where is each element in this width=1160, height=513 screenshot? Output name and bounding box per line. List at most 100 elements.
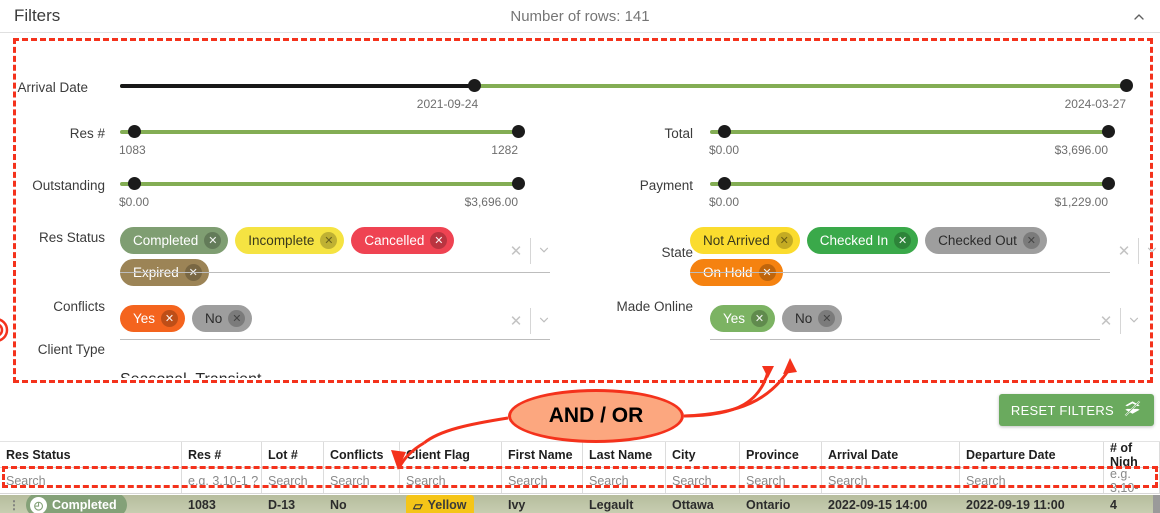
conflicts-field[interactable]: Yes ✕ No ✕ [120, 295, 550, 340]
chip-remove-icon[interactable]: ✕ [751, 310, 769, 327]
column-header-first-name[interactable]: First Name [502, 442, 583, 467]
chevron-down-icon[interactable] [1124, 313, 1144, 330]
chip-remove-icon[interactable]: ✕ [320, 232, 338, 249]
cell-first-name: Ivy [508, 498, 526, 512]
clear-x-icon[interactable]: ✕ [505, 242, 527, 260]
divider [1120, 308, 1121, 334]
chip-cancelled[interactable]: Cancelled ✕ [351, 227, 455, 254]
chip-not-arrived[interactable]: Not Arrived ✕ [690, 227, 800, 254]
clock-icon: ◴ [30, 496, 47, 513]
res-status-field[interactable]: Completed ✕ Incomplete ✕ Cancelled ✕ Exp… [120, 203, 550, 286]
filters-header: Filters Number of rows: 141 [0, 0, 1160, 33]
cell-arrival-date: 2022-09-15 14:00 [828, 498, 928, 512]
chip-label: Yes [723, 311, 746, 326]
chip-remove-icon[interactable]: ✕ [894, 232, 912, 249]
reservations-table: Res Status Res # Lot # Conflicts Client Flag… [0, 442, 1160, 513]
column-search-input-last-name[interactable]: Search [583, 468, 666, 493]
clear-x-icon[interactable]: ✕ [505, 312, 527, 330]
column-search-input-city[interactable]: Search [666, 468, 740, 493]
res-status-field-actions: ✕ [505, 238, 554, 264]
column-header-departure-date[interactable]: Departure Date [960, 442, 1104, 467]
client-flag-label: Yellow [427, 498, 467, 512]
chip-remove-icon[interactable]: ✕ [228, 310, 246, 327]
column-header-last-name[interactable]: Last Name [583, 442, 666, 467]
slider-knob-high[interactable] [1120, 79, 1133, 92]
chip-checked-in[interactable]: Checked In ✕ [806, 227, 919, 254]
chevron-down-icon[interactable] [1142, 243, 1160, 260]
made-online-field[interactable]: Yes ✕ No ✕ [710, 295, 1100, 340]
chevron-up-icon[interactable] [1128, 6, 1150, 28]
column-search-input-client-flag[interactable]: Search [400, 468, 502, 493]
column-header-arrival-date[interactable]: Arrival Date [822, 442, 960, 467]
chip-completed[interactable]: Completed ✕ [120, 227, 229, 254]
vertical-scrollbar[interactable] [1153, 495, 1160, 513]
clear-x-icon[interactable]: ✕ [1095, 312, 1117, 330]
chip-remove-icon[interactable]: ✕ [430, 232, 448, 249]
reset-filters-button[interactable]: RESET FILTERS [998, 394, 1154, 426]
cell-city: Ottawa [672, 498, 714, 512]
outstanding-slider[interactable]: $0.00 $3,696.00 [119, 175, 525, 209]
chip-remove-icon[interactable]: ✕ [1022, 232, 1040, 249]
table-row[interactable]: ⋮ ◴ Completed 1083 D-13 No ▱ Yellow Ivy … [0, 495, 1160, 513]
client-type-label: Client Type [37, 342, 105, 357]
column-search-input-res[interactable]: e.g. 3,10-1 ? [182, 468, 262, 493]
column-header-lot[interactable]: Lot # [262, 442, 324, 467]
chevron-down-icon[interactable] [534, 243, 554, 260]
chip-made-online-no[interactable]: No ✕ [782, 305, 843, 332]
chip-remove-icon[interactable]: ✕ [818, 310, 836, 327]
clear-x-icon[interactable]: ✕ [1113, 242, 1135, 260]
chip-label: Checked Out [938, 233, 1017, 248]
column-search-input-of-nigh[interactable]: e.g. 3,10- [1104, 468, 1160, 493]
chip-incomplete[interactable]: Incomplete ✕ [235, 227, 345, 254]
slider-knob-low[interactable] [717, 125, 731, 138]
column-search-input-conflicts[interactable]: Search [324, 468, 400, 493]
column-search-input-first-name[interactable]: Search [502, 468, 583, 493]
arrival-date-high-value: 2024-03-27 [1064, 97, 1126, 111]
column-search-input-departure-date[interactable]: Search [960, 468, 1104, 493]
total-slider[interactable]: $0.00 $3,696.00 [709, 123, 1115, 157]
cell-nights: 4 [1110, 498, 1117, 512]
slider-knob-high[interactable] [512, 177, 525, 190]
column-header-res[interactable]: Res # [182, 442, 262, 467]
chip-checked-out[interactable]: Checked Out ✕ [925, 227, 1047, 254]
status-label: Completed [52, 498, 117, 512]
column-header-conflicts[interactable]: Conflicts [324, 442, 400, 467]
chip-remove-icon[interactable]: ✕ [775, 232, 793, 249]
column-search-input-res-status[interactable]: Search [0, 468, 182, 493]
payment-slider[interactable]: $0.00 $1,229.00 [709, 175, 1115, 209]
cell-res-number: 1083 [188, 498, 216, 512]
arrival-date-slider[interactable]: 2021-09-24 2024-03-27 [120, 77, 1133, 111]
res-number-slider[interactable]: 1083 1282 [119, 123, 525, 157]
chip-conflicts-yes[interactable]: Yes ✕ [120, 305, 186, 332]
slider-knob-low[interactable] [127, 125, 141, 138]
chip-label: Yes [133, 311, 156, 326]
column-header-of-nigh[interactable]: # of Nigh [1104, 442, 1160, 467]
chevron-down-icon[interactable] [534, 313, 554, 330]
chip-conflicts-no[interactable]: No ✕ [192, 305, 253, 332]
cell-res-status: ⋮ ◴ Completed [0, 495, 182, 513]
slider-track-active [120, 130, 518, 134]
column-header-client-flag[interactable]: Client Flag [400, 442, 502, 467]
column-search-input-lot[interactable]: Search [262, 468, 324, 493]
table-search-row: Search e.g. 3,10-1 ? Search Search Search Sea… [0, 468, 1160, 494]
slider-knob-high[interactable] [512, 125, 525, 138]
slider-knob-low[interactable] [468, 79, 482, 92]
chip-label: Completed [133, 233, 199, 248]
chip-remove-icon[interactable]: ✕ [204, 232, 222, 249]
column-header-res-status[interactable]: Res Status [0, 442, 182, 467]
state-label: State [661, 245, 693, 260]
chip-made-online-yes[interactable]: Yes ✕ [710, 305, 776, 332]
column-header-province[interactable]: Province [740, 442, 822, 467]
slider-knob-high[interactable] [1102, 125, 1115, 138]
slider-knob-low[interactable] [127, 177, 141, 190]
slider-knob-low[interactable] [717, 177, 731, 190]
total-high-value: $3,696.00 [1054, 143, 1108, 157]
column-search-input-arrival-date[interactable]: Search [822, 468, 960, 493]
column-header-city[interactable]: City [666, 442, 740, 467]
outstanding-label: Outstanding [32, 178, 105, 193]
res-number-low-value: 1083 [119, 143, 146, 157]
chip-remove-icon[interactable]: ✕ [161, 310, 179, 327]
slider-knob-high[interactable] [1102, 177, 1115, 190]
column-search-input-province[interactable]: Search [740, 468, 822, 493]
state-field[interactable]: Not Arrived ✕ Checked In ✕ Checked Out ✕… [690, 203, 1110, 286]
